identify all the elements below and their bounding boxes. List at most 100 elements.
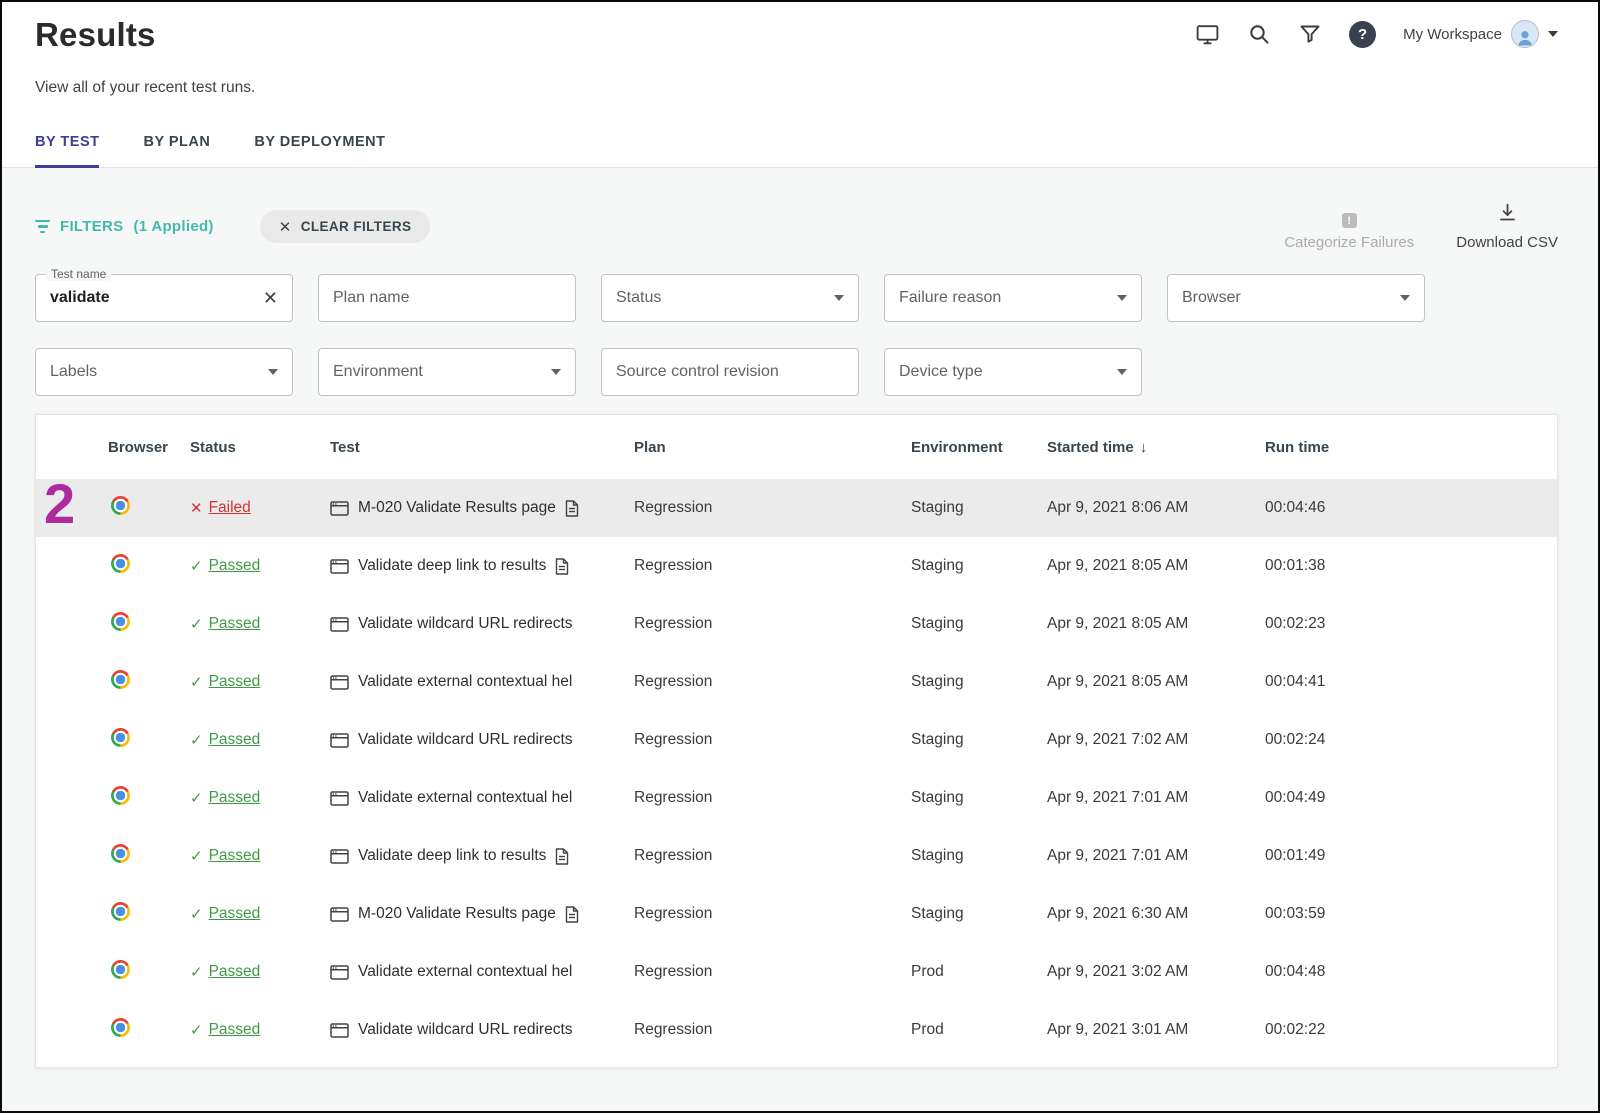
status-link[interactable]: ✓ Passed [190,1021,260,1039]
table-row[interactable]: ✓ Passed Validate external contextual he… [36,943,1557,1001]
table-actions: ! Categorize Failures Download CSV [1284,202,1558,251]
column-header-plan[interactable]: Plan [634,439,911,456]
page-header: Results ? My Workspace [2,2,1598,168]
browser-window-icon [330,501,349,516]
plan-name-input[interactable] [333,289,561,307]
document-icon[interactable] [565,906,579,923]
column-header-status[interactable]: Status [190,439,330,456]
environment-cell: Prod [911,1021,1047,1039]
download-csv-label: Download CSV [1456,234,1558,251]
run-time-cell: 00:01:38 [1265,557,1557,575]
status-select[interactable]: Status [601,274,859,322]
browser-select[interactable]: Browser [1167,274,1425,322]
clear-filters-button[interactable]: ✕ CLEAR FILTERS [260,210,431,243]
browser-window-icon [330,849,349,864]
environment-cell: Staging [911,615,1047,633]
filters-bar: FILTERS (1 Applied) ✕ CLEAR FILTERS ! Ca… [2,168,1598,251]
results-panel: FILTERS (1 Applied) ✕ CLEAR FILTERS ! Ca… [2,168,1598,1111]
environment-select[interactable]: Environment [318,348,576,396]
browser-window-icon [330,791,349,806]
browser-window-icon [330,675,349,690]
status-link[interactable]: ✕ Failed [190,499,251,517]
tab-by-plan[interactable]: BY PLAN [143,126,210,168]
status-link[interactable]: ✓ Passed [190,905,260,923]
help-icon[interactable]: ? [1349,21,1376,48]
tab-by-deployment[interactable]: BY DEPLOYMENT [254,126,385,168]
browser-select-label: Browser [1182,289,1241,307]
chrome-browser-icon [111,612,130,631]
search-icon[interactable] [1247,22,1271,46]
status-icon: ✓ [190,789,203,807]
run-time-cell: 00:02:24 [1265,731,1557,749]
labels-select-label: Labels [50,363,97,381]
filters-toggle[interactable]: FILTERS (1 Applied) [35,218,214,235]
table-row[interactable]: ✓ Passed M-020 Validate Results page Reg… [36,885,1557,943]
status-select-label: Status [616,289,661,307]
download-csv-button[interactable]: Download CSV [1456,202,1558,251]
categorize-failures-button[interactable]: ! Categorize Failures [1284,213,1414,251]
chrome-browser-icon [111,670,130,689]
run-time-cell: 00:03:59 [1265,905,1557,923]
column-header-browser[interactable]: Browser [108,439,190,456]
run-time-cell: 00:01:49 [1265,847,1557,865]
chrome-browser-icon [111,786,130,805]
filter-fields: Test name ✕ Status Failure reason Browse… [35,274,1558,396]
table-header-row: Browser Status Test Plan Environment Sta… [36,415,1557,479]
column-header-test[interactable]: Test [330,439,634,456]
document-icon[interactable] [555,558,569,575]
labels-select[interactable]: Labels [35,348,293,396]
device-type-select[interactable]: Device type [884,348,1142,396]
source-control-input[interactable] [616,363,844,381]
column-header-run-time[interactable]: Run time [1265,439,1557,456]
status-link[interactable]: ✓ Passed [190,615,260,633]
status-icon: ✓ [190,963,203,981]
clear-test-name-button[interactable]: ✕ [255,289,278,307]
status-link[interactable]: ✓ Passed [190,731,260,749]
status-link[interactable]: ✓ Passed [190,557,260,575]
document-icon[interactable] [555,848,569,865]
table-row[interactable]: ✓ Passed Validate external contextual he… [36,769,1557,827]
filter-funnel-icon[interactable] [1298,22,1322,46]
table-row[interactable]: ✓ Passed Validate wildcard URL redirects… [36,595,1557,653]
plan-cell: Regression [634,847,911,865]
test-name-cell: Validate external contextual hel [330,963,634,981]
environment-cell: Staging [911,731,1047,749]
test-name-input[interactable] [50,289,255,307]
table-row[interactable]: ✓ Passed Validate wildcard URL redirects… [36,711,1557,769]
status-link[interactable]: ✓ Passed [190,847,260,865]
status-icon: ✓ [190,905,203,923]
tab-by-test[interactable]: BY TEST [35,126,99,168]
run-time-cell: 00:04:46 [1265,499,1557,517]
device-monitor-icon[interactable] [1195,22,1220,47]
status-link[interactable]: ✓ Passed [190,673,260,691]
started-time-cell: Apr 9, 2021 8:05 AM [1047,615,1265,633]
table-row[interactable]: ✕ Failed M-020 Validate Results page Reg… [36,479,1557,537]
workspace-menu[interactable]: My Workspace [1403,20,1558,48]
run-time-cell: 00:04:49 [1265,789,1557,807]
table-row[interactable]: ✓ Passed Validate wildcard URL redirects… [36,1001,1557,1059]
status-icon: ✓ [190,847,203,865]
failure-reason-select[interactable]: Failure reason [884,274,1142,322]
categorize-failures-label: Categorize Failures [1284,234,1414,251]
run-time-cell: 00:02:23 [1265,615,1557,633]
page-subtitle: View all of your recent test runs. [35,79,1598,97]
column-header-started-time[interactable]: Started time ↓ [1047,439,1265,456]
table-body: ✕ Failed M-020 Validate Results page Reg… [36,479,1557,1059]
column-header-environment[interactable]: Environment [911,439,1047,456]
test-name-cell: Validate wildcard URL redirects [330,731,634,749]
started-time-cell: Apr 9, 2021 7:01 AM [1047,789,1265,807]
table-row[interactable]: ✓ Passed Validate deep link to results R… [36,537,1557,595]
chevron-down-icon [1400,295,1410,301]
table-row[interactable]: ✓ Passed Validate deep link to results R… [36,827,1557,885]
document-icon[interactable] [565,500,579,517]
chrome-browser-icon [111,902,130,921]
started-time-cell: Apr 9, 2021 7:01 AM [1047,847,1265,865]
test-name-cell: Validate external contextual hel [330,789,634,807]
status-icon: ✓ [190,615,203,633]
status-link[interactable]: ✓ Passed [190,789,260,807]
table-row[interactable]: ✓ Passed Validate external contextual he… [36,653,1557,711]
status-link[interactable]: ✓ Passed [190,963,260,981]
test-name-cell: Validate wildcard URL redirects [330,615,634,633]
chevron-down-icon [1548,31,1558,37]
environment-cell: Prod [911,963,1047,981]
